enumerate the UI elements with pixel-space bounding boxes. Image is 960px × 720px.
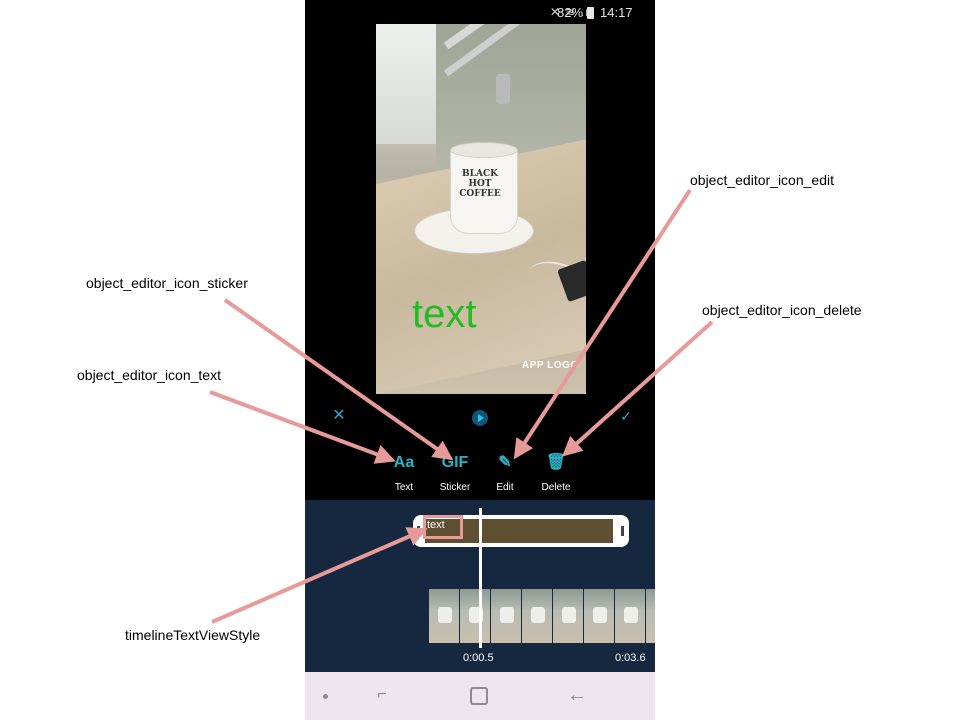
overlay-text-object[interactable]: text — [412, 292, 476, 337]
video-preview[interactable]: BLACK HOT COFFEE text APP LOGO — [376, 24, 586, 394]
nav-dot-icon[interactable] — [323, 694, 328, 699]
gif-sticker-icon: GIF — [441, 454, 469, 471]
battery-icon — [587, 7, 594, 19]
check-icon[interactable]: ✓ — [618, 408, 634, 424]
play-icon[interactable] — [472, 410, 488, 426]
film-frame — [646, 589, 655, 643]
callout-text-label: object_editor_icon_text — [77, 367, 221, 383]
trash-icon: 🗑 — [545, 454, 567, 471]
annotated-screenshot: ✕ ≋ .ıl BLACK HOT COFFEE text APP LOGO ✕… — [0, 0, 960, 720]
text-icon: Aa — [393, 454, 415, 471]
battery-level: 82% — [557, 5, 584, 20]
back-arrow-icon[interactable]: ← — [565, 684, 589, 708]
home-icon[interactable] — [470, 687, 488, 705]
cup-print: BLACK HOT COFFEE — [459, 169, 501, 199]
film-frame — [553, 589, 584, 643]
video-filmstrip[interactable] — [429, 589, 655, 643]
recent-apps-icon[interactable]: ⌐ — [371, 686, 393, 706]
callout-timeline-label: timelineTextViewStyle — [125, 627, 261, 643]
total-time: 0:03.6 — [615, 652, 646, 664]
pencil-icon: ✎ — [498, 454, 512, 471]
delete-tool-button[interactable]: 🗑 Delete — [531, 450, 581, 493]
film-frame — [491, 589, 522, 643]
current-time: 0:00.5 — [463, 652, 494, 664]
text-tool-label: Text — [394, 482, 414, 493]
edit-tool-label: Edit — [496, 482, 514, 493]
film-frame — [522, 589, 553, 643]
sticker-tool-button[interactable]: GIF Sticker — [430, 450, 480, 493]
edit-tool-button[interactable]: ✎ Edit — [480, 450, 530, 493]
trim-handle-left[interactable] — [417, 526, 420, 536]
navigation-bar: ⌐ ← — [305, 672, 655, 720]
trim-handle-right[interactable] — [621, 526, 624, 536]
callout-edit-label: object_editor_icon_edit — [690, 172, 834, 188]
app-logo: APP LOGO — [522, 360, 579, 371]
window-background — [376, 24, 436, 144]
status-time: 14:17 — [600, 5, 633, 20]
film-frame — [615, 589, 646, 643]
delete-tool-label: Delete — [541, 482, 571, 493]
timeline-text-highlight — [423, 515, 463, 539]
film-frame — [460, 589, 491, 643]
film-frame — [584, 589, 615, 643]
lamp-joint — [496, 74, 510, 104]
status-bar-text: 82% 14:17 — [305, 0, 655, 24]
film-frame — [429, 589, 460, 643]
callout-sticker-label: object_editor_icon_sticker — [86, 275, 248, 291]
sticker-tool-label: Sticker — [439, 482, 471, 493]
phone-screen: ✕ ≋ .ıl BLACK HOT COFFEE text APP LOGO ✕… — [305, 0, 655, 720]
cup-rim — [450, 142, 518, 158]
close-icon[interactable]: ✕ — [331, 408, 347, 424]
timeline-panel[interactable]: text 0:00.5 0:03.6 — [305, 500, 655, 672]
callout-delete-label: object_editor_icon_delete — [702, 302, 862, 318]
playhead[interactable] — [479, 508, 482, 648]
text-tool-button[interactable]: Aa Text — [379, 450, 429, 493]
